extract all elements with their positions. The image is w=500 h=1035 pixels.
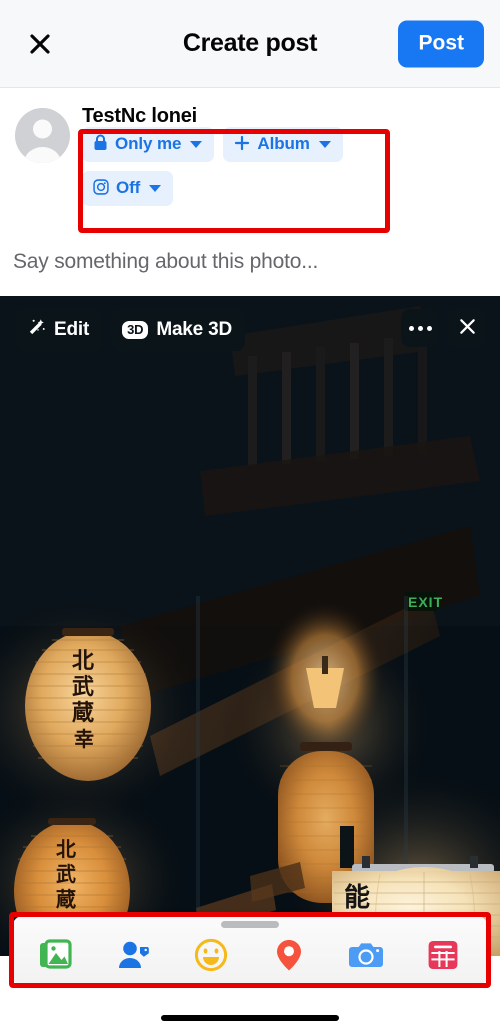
audience-selector-only-me[interactable]: Only me — [82, 127, 215, 162]
svg-text:北: 北 — [56, 837, 76, 861]
close-icon — [458, 317, 477, 339]
more-options-button[interactable] — [401, 309, 439, 347]
more-dots-icon — [408, 325, 432, 331]
chevron-down-icon — [318, 140, 331, 148]
svg-text:武: 武 — [56, 862, 76, 886]
app-header: Create post Post — [0, 0, 500, 88]
edit-label: Edit — [54, 318, 90, 340]
location-pin-icon[interactable] — [265, 933, 313, 977]
chevron-down-icon — [190, 140, 203, 148]
emoji-smile-icon[interactable] — [187, 933, 235, 977]
svg-text:EXIT: EXIT — [408, 594, 443, 610]
photo-preview[interactable]: EXIT 北 武 蔵 幸 北 武 蔵 能 Edit 3D Make 3D — [0, 296, 500, 956]
create-post-screen: Create post Post TestNc lonei Only me Al… — [0, 0, 500, 1035]
lock-icon — [93, 134, 108, 154]
drag-handle[interactable] — [221, 921, 279, 928]
attachment-toolbar-items — [12, 931, 488, 979]
svg-text:武: 武 — [72, 675, 94, 700]
photo-library-icon[interactable] — [33, 933, 81, 977]
instagram-label: Off — [116, 178, 141, 197]
chevron-down-icon — [149, 184, 162, 192]
tag-person-icon[interactable] — [110, 933, 158, 977]
svg-text:能: 能 — [344, 882, 370, 913]
plus-icon — [234, 135, 250, 154]
camera-icon[interactable] — [342, 933, 390, 977]
remove-photo-button[interactable] — [448, 309, 486, 347]
privacy-options-group: Only me Album Off — [82, 127, 382, 206]
user-name: TestNc lonei — [82, 105, 198, 127]
instagram-icon — [93, 178, 109, 198]
photo-actions — [401, 309, 486, 347]
home-indicator — [161, 1015, 339, 1021]
album-selector[interactable]: Album — [223, 127, 343, 162]
3d-badge-icon: 3D — [122, 320, 149, 339]
instagram-crosspost-selector[interactable]: Off — [82, 171, 174, 206]
gif-grid-icon[interactable] — [419, 933, 467, 977]
edit-photo-button[interactable]: Edit — [16, 309, 103, 351]
svg-text:幸: 幸 — [74, 727, 94, 751]
audience-label: Only me — [115, 134, 182, 153]
photo-image: EXIT 北 武 蔵 幸 北 武 蔵 能 — [0, 296, 500, 956]
avatar[interactable] — [15, 108, 70, 163]
album-label: Album — [257, 134, 310, 153]
photo-edit-controls: Edit 3D Make 3D — [16, 309, 246, 351]
make-3d-button[interactable]: 3D Make 3D — [111, 309, 246, 351]
magic-wand-icon — [27, 317, 46, 342]
svg-text:北: 北 — [72, 649, 94, 674]
attachment-toolbar — [12, 915, 488, 985]
post-button[interactable]: Post — [398, 20, 484, 67]
make-3d-label: Make 3D — [156, 318, 233, 340]
svg-text:蔵: 蔵 — [56, 887, 76, 911]
caption-input[interactable]: Say something about this photo... — [13, 250, 318, 274]
exit-sign: EXIT — [405, 592, 443, 611]
svg-text:蔵: 蔵 — [72, 701, 94, 726]
